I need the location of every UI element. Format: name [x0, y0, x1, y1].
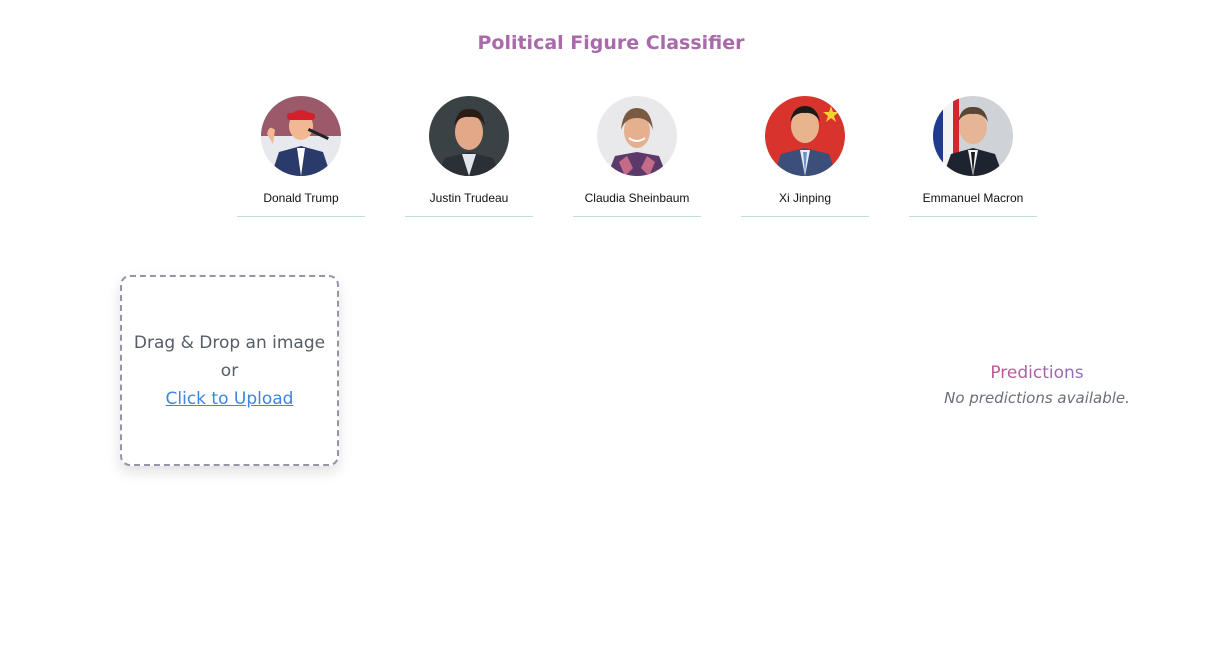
predictions-empty-text: No predictions available.: [944, 389, 1130, 407]
figure-name: Claudia Sheinbaum: [584, 191, 690, 205]
app-page: Political Figure Classifier Donald Trump: [0, 0, 1222, 667]
avatar: [933, 96, 1013, 176]
figure-card-sheinbaum[interactable]: Claudia Sheinbaum: [573, 96, 701, 217]
avatar: [429, 96, 509, 176]
avatar: [261, 96, 341, 176]
avatar: [597, 96, 677, 176]
avatar: [765, 96, 845, 176]
dropzone-text: Drag & Drop an image: [133, 332, 326, 353]
figure-card-trump[interactable]: Donald Trump: [237, 96, 365, 217]
figure-name: Justin Trudeau: [429, 191, 509, 205]
figure-card-macron[interactable]: Emmanuel Macron: [909, 96, 1037, 217]
figure-name: Xi Jinping: [778, 191, 832, 205]
image-dropzone[interactable]: Drag & Drop an image or Click to Upload: [120, 275, 339, 466]
dropzone-or-text: or: [220, 360, 239, 381]
page-title: Political Figure Classifier: [477, 32, 745, 54]
upload-link[interactable]: Click to Upload: [166, 385, 294, 413]
predictions-panel: Predictions No predictions available.: [930, 363, 1144, 407]
figure-name: Emmanuel Macron: [922, 191, 1024, 205]
predictions-title: Predictions: [930, 363, 1144, 383]
figure-card-trudeau[interactable]: Justin Trudeau: [405, 96, 533, 217]
figure-name: Donald Trump: [263, 191, 339, 205]
figure-card-xi[interactable]: Xi Jinping: [741, 96, 869, 217]
